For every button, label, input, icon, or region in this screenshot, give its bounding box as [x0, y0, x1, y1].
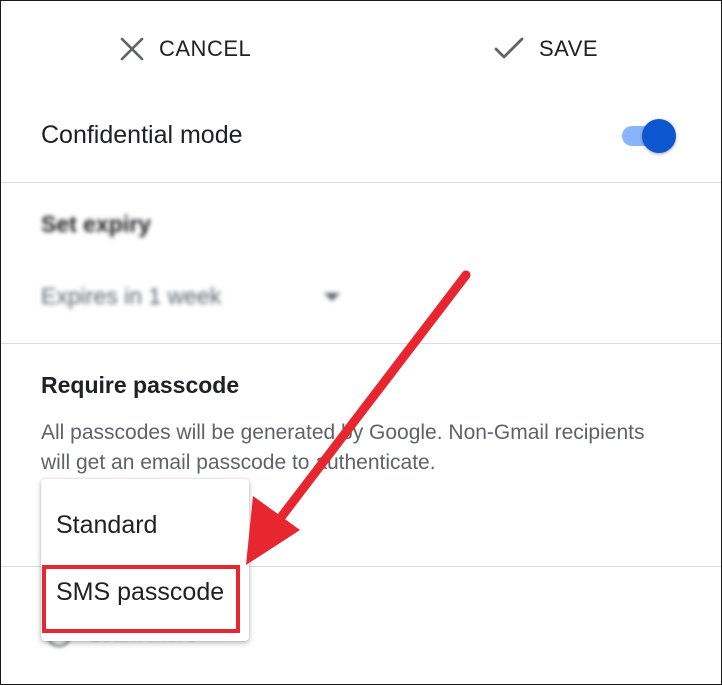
require-passcode-title: Require passcode [41, 372, 240, 398]
confidential-mode-toggle[interactable] [622, 118, 678, 154]
menu-item-standard[interactable]: Standard [41, 487, 249, 557]
section-divider [1, 182, 721, 183]
check-icon [493, 36, 525, 62]
confidential-mode-row: Confidential mode [1, 96, 721, 182]
menu-item-sms-passcode[interactable]: SMS passcode [41, 567, 249, 637]
menu-item-label: SMS passcode [56, 578, 225, 606]
passcode-type-menu: Standard SMS passcode [41, 479, 249, 641]
save-label: SAVE [539, 36, 599, 61]
set-expiry-title: Set expiry [41, 211, 151, 237]
passcode-description: All passcodes will be generated by Googl… [41, 421, 645, 474]
save-button[interactable]: SAVE [493, 31, 598, 67]
toggle-thumb [642, 119, 676, 153]
section-divider [1, 343, 721, 344]
dialog-toolbar: CANCEL SAVE [1, 1, 721, 96]
close-icon [119, 36, 145, 62]
cancel-button[interactable]: CANCEL [119, 31, 251, 67]
expiry-value: Expires in 1 week [41, 283, 222, 309]
cancel-label: CANCEL [159, 36, 252, 61]
confidential-mode-label: Confidential mode [41, 121, 243, 149]
expiry-dropdown[interactable]: Expires in 1 week [41, 281, 361, 315]
menu-item-label: Standard [56, 511, 158, 539]
confidential-mode-dialog: CANCEL SAVE Confidential mode Set expiry… [0, 0, 722, 685]
dropdown-caret-icon [324, 293, 340, 301]
